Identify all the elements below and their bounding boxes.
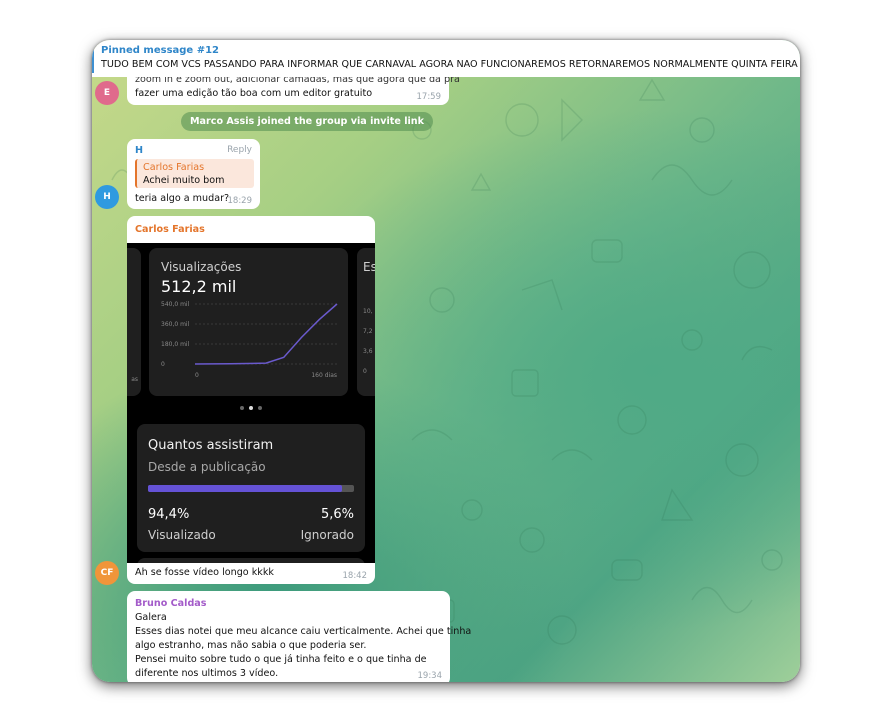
watched-card: Quantos assistiram Desde a publicação 94… bbox=[137, 424, 365, 552]
sender-name[interactable]: H bbox=[135, 145, 143, 156]
axis-tick: 3,6 bbox=[363, 348, 373, 355]
message-text: Pensei muito sobre tudo o que já tinha f… bbox=[135, 654, 427, 665]
views-value: 512,2 mil bbox=[161, 277, 237, 296]
stats-card-right: Es 10, 7,2 3,6 0 bbox=[357, 248, 375, 396]
axis-tick: 0 bbox=[363, 368, 367, 375]
x-tick-label: 160 dias bbox=[311, 372, 337, 379]
sender-name[interactable]: Carlos Farias bbox=[135, 224, 205, 235]
stats-card-right-label: Es bbox=[363, 260, 375, 274]
message-bubble[interactable]: H Reply Carlos Farias Achei muito bom te… bbox=[127, 139, 260, 209]
message-text: diferente nos ultimos 3 vídeo. bbox=[135, 668, 279, 679]
axis-tick: as bbox=[131, 376, 138, 383]
views-label: Visualizações bbox=[161, 260, 242, 274]
carousel-dot-active[interactable] bbox=[249, 406, 253, 410]
message-bubble[interactable]: Bruno Caldas Galera Esses dias notei que… bbox=[127, 591, 471, 682]
views-card: Visualizações 512,2 mil 540,0 mil 360,0 m… bbox=[149, 248, 348, 396]
attached-image[interactable]: as Visualizações 512,2 mil 540,0 mil 360,… bbox=[127, 243, 375, 563]
quote-sender: Carlos Farias bbox=[143, 162, 205, 173]
message-text: teria algo a mudar? bbox=[135, 193, 230, 204]
message-time: 18:29 bbox=[227, 196, 253, 206]
y-tick-label: 180,0 mil bbox=[161, 341, 190, 348]
message-time: 19:34 bbox=[417, 671, 443, 681]
avatar[interactable]: H bbox=[95, 185, 119, 209]
message-text: Esses dias notei que meu alcance caiu ve… bbox=[135, 626, 472, 637]
skipped-label: Ignorado bbox=[300, 528, 354, 542]
watched-title: Quantos assistiram bbox=[148, 438, 274, 453]
message-caption: Ah se fosse vídeo longo kkkk bbox=[135, 567, 274, 578]
pinned-indicator bbox=[92, 44, 94, 73]
watched-subtitle: Desde a publicação bbox=[148, 460, 266, 474]
pinned-title: Pinned message #12 bbox=[101, 45, 219, 56]
chat-window: Pinned message #12 TUDO BEM COM VCS PASS… bbox=[92, 40, 800, 682]
reply-quote[interactable]: Carlos Farias Achei muito bom bbox=[135, 159, 254, 188]
pinned-message-bar[interactable]: Pinned message #12 TUDO BEM COM VCS PASS… bbox=[92, 40, 800, 77]
y-tick-label: 540,0 mil bbox=[161, 301, 190, 308]
message-text: algo estranho, mas não sabia o que poder… bbox=[135, 640, 367, 651]
axis-tick: 10, bbox=[363, 308, 373, 315]
sender-name[interactable]: Bruno Caldas bbox=[135, 598, 207, 609]
x-tick-label: 0 bbox=[195, 372, 199, 379]
progress-track bbox=[148, 485, 354, 492]
carousel-dot[interactable] bbox=[240, 406, 244, 410]
message-time: 18:42 bbox=[342, 571, 368, 581]
message-text: Galera bbox=[135, 612, 167, 623]
carousel-dot[interactable] bbox=[258, 406, 262, 410]
avatar[interactable]: CF bbox=[95, 561, 119, 585]
y-tick-label: 360,0 mil bbox=[161, 321, 190, 328]
message-time: 17:59 bbox=[416, 92, 442, 102]
views-line bbox=[194, 303, 338, 365]
y-tick-label: 0 bbox=[161, 361, 165, 368]
message-text: fazer uma edição tão boa com um editor g… bbox=[135, 88, 373, 99]
axis-tick: 7,2 bbox=[363, 328, 373, 335]
views-chart: 540,0 mil 360,0 mil 180,0 mil 0 0 160 dias bbox=[161, 301, 338, 379]
progress-fill bbox=[148, 485, 343, 492]
avatar[interactable]: E bbox=[95, 81, 119, 105]
quote-text: Achei muito bom bbox=[143, 175, 225, 186]
pinned-text: TUDO BEM COM VCS PASSANDO PARA INFORMAR … bbox=[101, 59, 800, 70]
reply-button[interactable]: Reply bbox=[227, 145, 252, 155]
stats-card-left: as bbox=[127, 248, 141, 396]
viewed-label: Visualizado bbox=[148, 528, 216, 542]
viewed-percent: 94,4% bbox=[148, 507, 190, 522]
next-card bbox=[137, 558, 365, 563]
skipped-percent: 5,6% bbox=[320, 507, 354, 522]
service-message: Marco Assis joined the group via invite … bbox=[181, 112, 433, 131]
